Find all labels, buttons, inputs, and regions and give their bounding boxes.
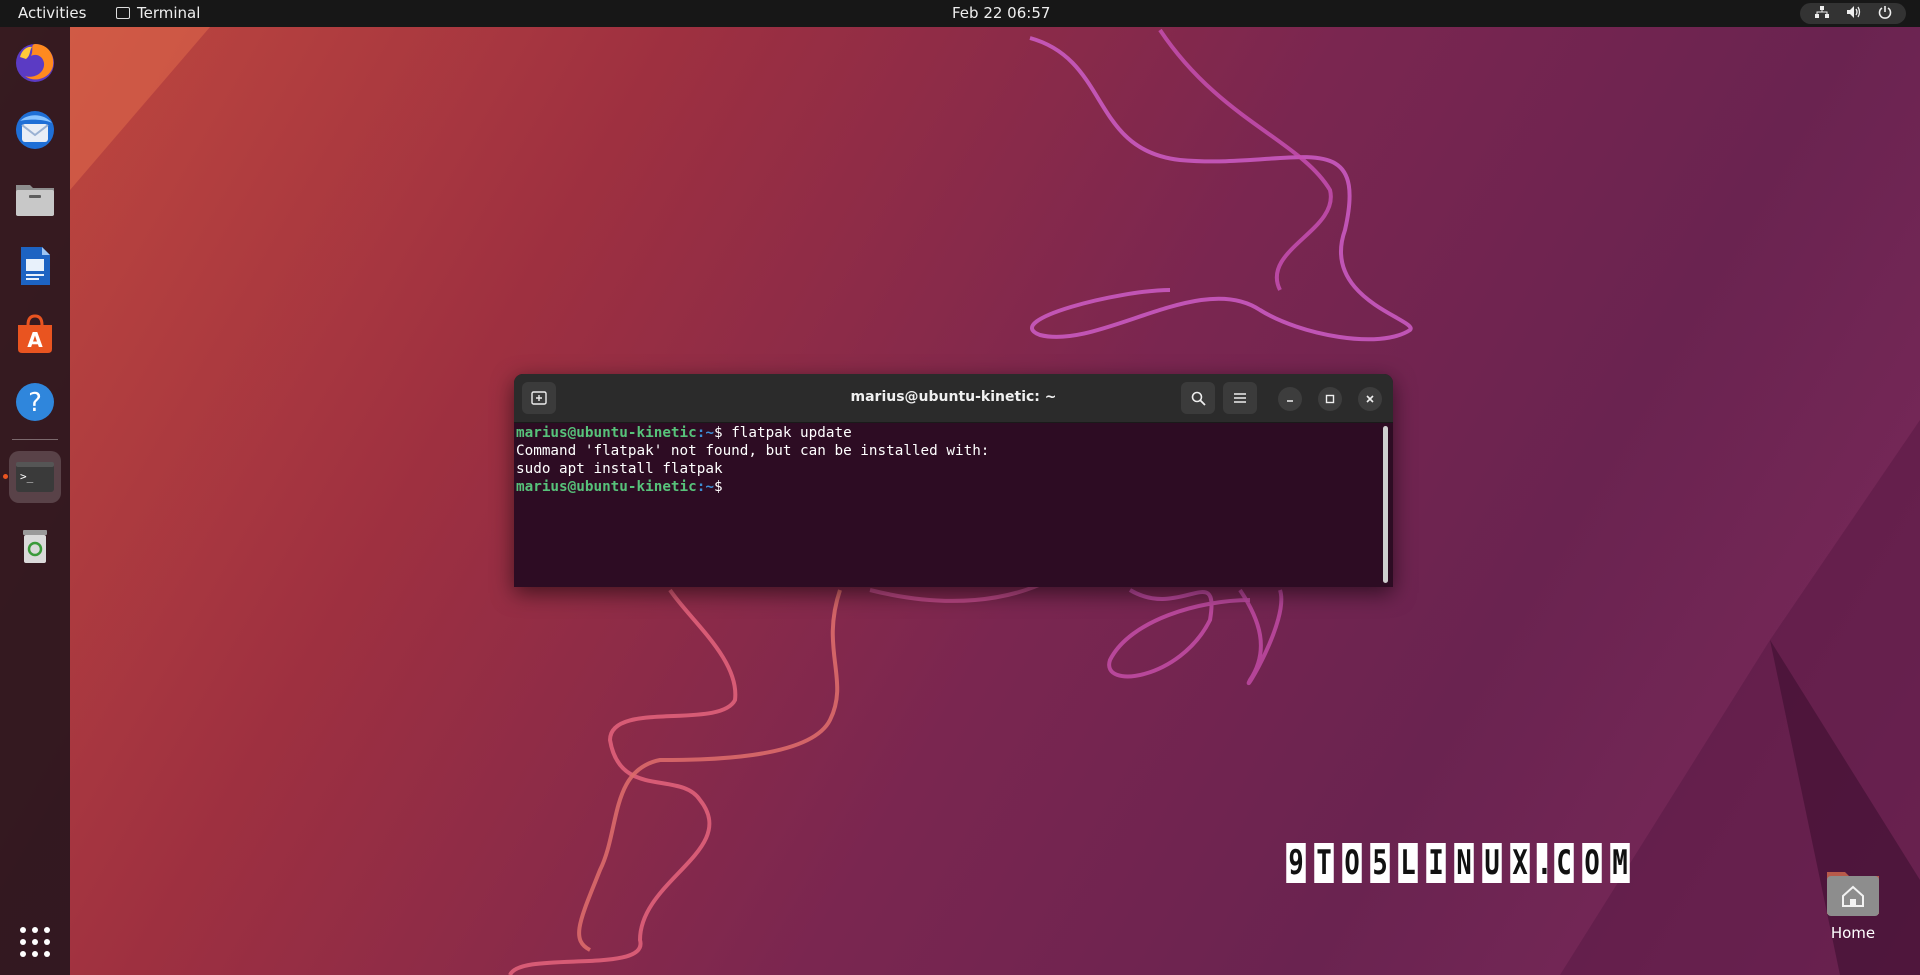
top-bar: Activities Terminal Feb 22 06:57 xyxy=(0,0,1920,27)
app-menu[interactable]: Terminal xyxy=(116,4,200,22)
volume-icon xyxy=(1846,5,1861,23)
system-tray[interactable] xyxy=(1800,3,1906,24)
writer-icon xyxy=(21,247,50,285)
terminal-output[interactable]: marius@ubuntu-kinetic:~$ flatpak update C… xyxy=(516,424,1376,584)
show-apps-button[interactable] xyxy=(9,916,61,968)
watermark-letter: C xyxy=(1554,843,1574,883)
watermark-letter: . xyxy=(1536,843,1553,883)
watermark-letter: T xyxy=(1314,843,1334,883)
terminal-small-icon xyxy=(116,7,130,19)
dock-help[interactable]: ? xyxy=(9,376,61,428)
terminal-icon: >_ xyxy=(16,462,54,492)
minimize-button[interactable] xyxy=(1278,387,1302,411)
activities-button[interactable]: Activities xyxy=(18,4,86,22)
command-text: $ flatpak update xyxy=(713,425,852,441)
watermark-letter: N xyxy=(1454,843,1474,883)
svg-text:?: ? xyxy=(28,388,42,418)
watermark-letter: O xyxy=(1582,843,1602,883)
dock: A ? >_ xyxy=(0,27,70,975)
power-icon xyxy=(1878,5,1892,23)
svg-text:A: A xyxy=(27,328,43,352)
watermark-letter: M xyxy=(1610,843,1630,883)
terminal-line: Command 'flatpak' not found, but can be … xyxy=(516,443,990,459)
desktop-home-folder[interactable]: Home xyxy=(1820,866,1886,942)
hamburger-menu-icon xyxy=(1234,393,1246,403)
clock[interactable]: Feb 22 06:57 xyxy=(952,4,1050,22)
app-center-icon: A xyxy=(18,314,52,353)
watermark-letter: U xyxy=(1482,843,1502,883)
window-title: marius@ubuntu-kinetic: ~ xyxy=(850,389,1057,405)
thunderbird-icon xyxy=(16,111,54,149)
maximize-icon xyxy=(1325,394,1335,404)
files-icon xyxy=(16,185,54,216)
running-indicator xyxy=(3,474,8,479)
maximize-button[interactable] xyxy=(1318,387,1342,411)
terminal-line: marius@ubuntu-kinetic:~$ xyxy=(516,478,1376,496)
prompt-user: marius@ubuntu-kinetic xyxy=(516,479,697,495)
search-icon xyxy=(1191,391,1206,406)
prompt-dir: :~ xyxy=(696,479,714,495)
watermark: 9TO5LINUX.COM xyxy=(1283,843,1633,883)
home-folder-icon xyxy=(1825,866,1881,918)
terminal-header-bar[interactable]: marius@ubuntu-kinetic: ~ xyxy=(514,374,1393,423)
watermark-letter: O xyxy=(1342,843,1362,883)
prompt-dir: :~ xyxy=(696,425,714,441)
app-grid-icon xyxy=(20,927,50,957)
close-button[interactable] xyxy=(1358,387,1382,411)
watermark-letter: 5 xyxy=(1370,843,1390,883)
close-icon xyxy=(1366,395,1374,403)
prompt-symbol: $ xyxy=(713,479,723,495)
dock-app-center[interactable]: A xyxy=(9,308,61,360)
dock-writer[interactable] xyxy=(9,240,61,292)
help-icon: ? xyxy=(16,383,54,421)
terminal-scrollbar[interactable] xyxy=(1383,426,1388,583)
watermark-letter: 9 xyxy=(1286,843,1306,883)
network-icon xyxy=(1814,5,1829,23)
terminal-window[interactable]: marius@ubuntu-kinetic: ~ marius@ubuntu-k… xyxy=(514,374,1393,587)
search-button[interactable] xyxy=(1181,382,1215,414)
dock-terminal[interactable]: >_ xyxy=(9,451,61,503)
minimize-icon xyxy=(1287,400,1293,402)
watermark-letter: X xyxy=(1510,843,1530,883)
terminal-line: sudo apt install flatpak xyxy=(516,461,723,477)
watermark-letter: I xyxy=(1426,843,1446,883)
trash-icon xyxy=(23,530,47,563)
menu-button[interactable] xyxy=(1223,382,1257,414)
dock-files[interactable] xyxy=(9,172,61,224)
app-menu-label: Terminal xyxy=(137,4,201,22)
terminal-line: marius@ubuntu-kinetic:~$ flatpak update xyxy=(516,424,1376,442)
firefox-icon xyxy=(16,44,54,82)
dock-trash[interactable] xyxy=(9,519,61,571)
prompt-user: marius@ubuntu-kinetic xyxy=(516,425,697,441)
home-folder-label: Home xyxy=(1830,924,1876,942)
svg-text:>_: >_ xyxy=(20,470,34,483)
watermark-letter: L xyxy=(1398,843,1418,883)
dock-separator xyxy=(12,439,58,440)
dock-firefox[interactable] xyxy=(9,36,61,88)
dock-thunderbird[interactable] xyxy=(9,104,61,156)
